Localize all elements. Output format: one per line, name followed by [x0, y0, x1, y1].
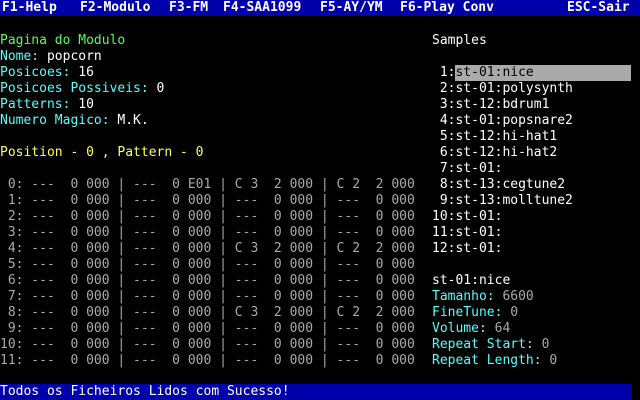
menu-esc-sair[interactable]: ESC-Sair — [567, 0, 630, 16]
menu-help[interactable]: F1-Help — [2, 0, 57, 16]
sample-size-value: 6600 — [502, 289, 534, 304]
sample-name: st-01:popsnare2 — [455, 113, 573, 128]
sample-item[interactable]: 7:st-01: — [432, 161, 503, 177]
sample-name: st-01: — [455, 209, 503, 224]
module-magic-value: M.K. — [117, 113, 149, 128]
position-indicator: Position - 0 , Pattern - 0 — [0, 145, 204, 160]
sample-number: 11: — [432, 225, 456, 240]
module-name-label: Nome: — [0, 49, 40, 64]
pattern-row[interactable]: 3: --- 0 000 | --- 0 000 | --- 0 000 | -… — [0, 225, 415, 241]
pattern-row[interactable]: 7: --- 0 000 | --- 0 000 | --- 0 000 | -… — [0, 289, 415, 305]
sample-volume-value: 64 — [494, 321, 511, 336]
sample-repstart-value: 0 — [541, 337, 550, 352]
sample-number: 9: — [432, 193, 456, 208]
pattern-row[interactable]: 1: --- 0 000 | --- 0 000 | --- 0 000 | -… — [0, 193, 415, 209]
sample-info-name: st-01:nice — [432, 273, 511, 288]
sample-item[interactable]: 1:st-01:nice — [432, 65, 632, 81]
module-positions-row: Posicoes: 16 — [0, 65, 94, 81]
sample-name: st-01:polysynth — [455, 81, 573, 96]
sample-finetune-value: 0 — [510, 305, 519, 320]
module-name-value: popcorn — [46, 49, 102, 64]
sample-number: 6: — [432, 145, 456, 160]
menu-fm[interactable]: F3-FM — [169, 0, 208, 16]
sample-finetune-row: FineTune: 0 — [432, 305, 518, 321]
sample-name: st-12:bdrum1 — [455, 97, 550, 112]
pattern-row[interactable]: 9: --- 0 000 | --- 0 000 | --- 0 000 | -… — [0, 321, 415, 337]
status-bar: Todos os Ficheiros Lidos com Sucesso! — [0, 384, 632, 400]
sample-name: st-01: — [455, 241, 503, 256]
sample-item[interactable]: 3:st-12:bdrum1 — [432, 97, 550, 113]
sample-number: 5: — [432, 129, 456, 144]
sample-number: 12: — [432, 241, 456, 256]
menu-modulo[interactable]: F2-Modulo — [80, 0, 150, 16]
sample-volume-label: Volume: — [432, 321, 487, 336]
sample-replen-label: Repeat Length: — [432, 353, 542, 368]
sample-replen-value: 0 — [549, 353, 558, 368]
module-patterns-row: Patterns: 10 — [0, 97, 94, 113]
sample-size-row: Tamanho: 6600 — [432, 289, 534, 305]
sample-item[interactable]: 8:st-13:cegtune2 — [432, 177, 565, 193]
menu-play-conv[interactable]: F6-Play Conv — [400, 0, 494, 16]
sample-number: 1: — [432, 65, 456, 80]
module-magic-row: Numero Magico: M.K. — [0, 113, 149, 129]
samples-heading: Samples — [432, 33, 487, 48]
sample-name: st-12:hi-hat2 — [455, 145, 558, 160]
sample-item[interactable]: 10:st-01: — [432, 209, 502, 225]
module-possible-row: Posicoes Possiveis: 0 — [0, 81, 164, 97]
sample-number: 8: — [432, 177, 456, 192]
sample-volume-row: Volume: 64 — [432, 321, 510, 337]
sample-item[interactable]: 9:st-13:molltune2 — [432, 193, 573, 209]
module-possible-value: 0 — [156, 81, 165, 96]
menu-ay-ym[interactable]: F5-AY/YM — [320, 0, 383, 16]
pattern-row[interactable]: 11: --- 0 000 | --- 0 000 | --- 0 000 | … — [0, 353, 415, 369]
sample-item[interactable]: 4:st-01:popsnare2 — [432, 113, 573, 129]
sample-name: st-12:hi-hat1 — [455, 129, 558, 144]
module-positions-label: Posicoes: — [0, 65, 71, 80]
menu-bar: F1-Help F2-Modulo F3-FM F4-SAA1099 F5-AY… — [0, 0, 640, 16]
sample-name: st-01: — [455, 225, 503, 240]
module-possible-label: Posicoes Possiveis: — [0, 81, 149, 96]
sample-number: 10: — [432, 209, 456, 224]
sample-name: st-01: — [455, 161, 503, 176]
pattern-row[interactable]: 5: --- 0 000 | --- 0 000 | --- 0 000 | -… — [0, 257, 415, 273]
pattern-row[interactable]: 4: --- 0 000 | --- 0 000 | C 3 2 000 | C… — [0, 241, 415, 257]
pattern-row[interactable]: 2: --- 0 000 | --- 0 000 | --- 0 000 | -… — [0, 209, 415, 225]
module-positions-value: 16 — [78, 65, 94, 80]
module-magic-label: Numero Magico: — [0, 113, 110, 128]
module-heading: Pagina do Modulo — [0, 33, 126, 48]
status-message: Todos os Ficheiros Lidos com Sucesso! — [0, 384, 290, 399]
sample-name: st-13:molltune2 — [455, 193, 573, 208]
pattern-row[interactable]: 10: --- 0 000 | --- 0 000 | --- 0 000 | … — [0, 337, 415, 353]
sample-number: 3: — [432, 97, 456, 112]
sample-item[interactable]: 5:st-12:hi-hat1 — [432, 129, 557, 145]
sample-number: 4: — [432, 113, 456, 128]
module-patterns-value: 10 — [78, 97, 94, 112]
sample-item[interactable]: 6:st-12:hi-hat2 — [432, 145, 557, 161]
sample-finetune-label: FineTune: — [432, 305, 503, 320]
pattern-row[interactable]: 8: --- 0 000 | --- 0 000 | C 3 2 000 | C… — [0, 305, 415, 321]
sample-size-label: Tamanho: — [432, 289, 495, 304]
sample-name-selected[interactable]: st-01:nice — [455, 65, 632, 81]
sample-number: 2: — [432, 81, 456, 96]
sample-item[interactable]: 11:st-01: — [432, 225, 502, 241]
sample-replen-row: Repeat Length: 0 — [432, 353, 557, 369]
menu-saa1099[interactable]: F4-SAA1099 — [223, 0, 301, 16]
sample-number: 7: — [432, 161, 456, 176]
module-name-row: Nome: popcorn — [0, 49, 102, 65]
sample-repstart-label: Repeat Start: — [432, 337, 534, 352]
pattern-row[interactable]: 6: --- 0 000 | --- 0 000 | --- 0 000 | -… — [0, 273, 415, 289]
sample-repstart-row: Repeat Start: 0 — [432, 337, 549, 353]
sample-item[interactable]: 2:st-01:polysynth — [432, 81, 573, 97]
pattern-row[interactable]: 0: --- 0 000 | --- 0 E01 | C 3 2 000 | C… — [0, 177, 415, 193]
sample-item[interactable]: 12:st-01: — [432, 241, 502, 257]
sample-name: st-13:cegtune2 — [455, 177, 566, 192]
module-patterns-label: Patterns: — [0, 97, 71, 112]
